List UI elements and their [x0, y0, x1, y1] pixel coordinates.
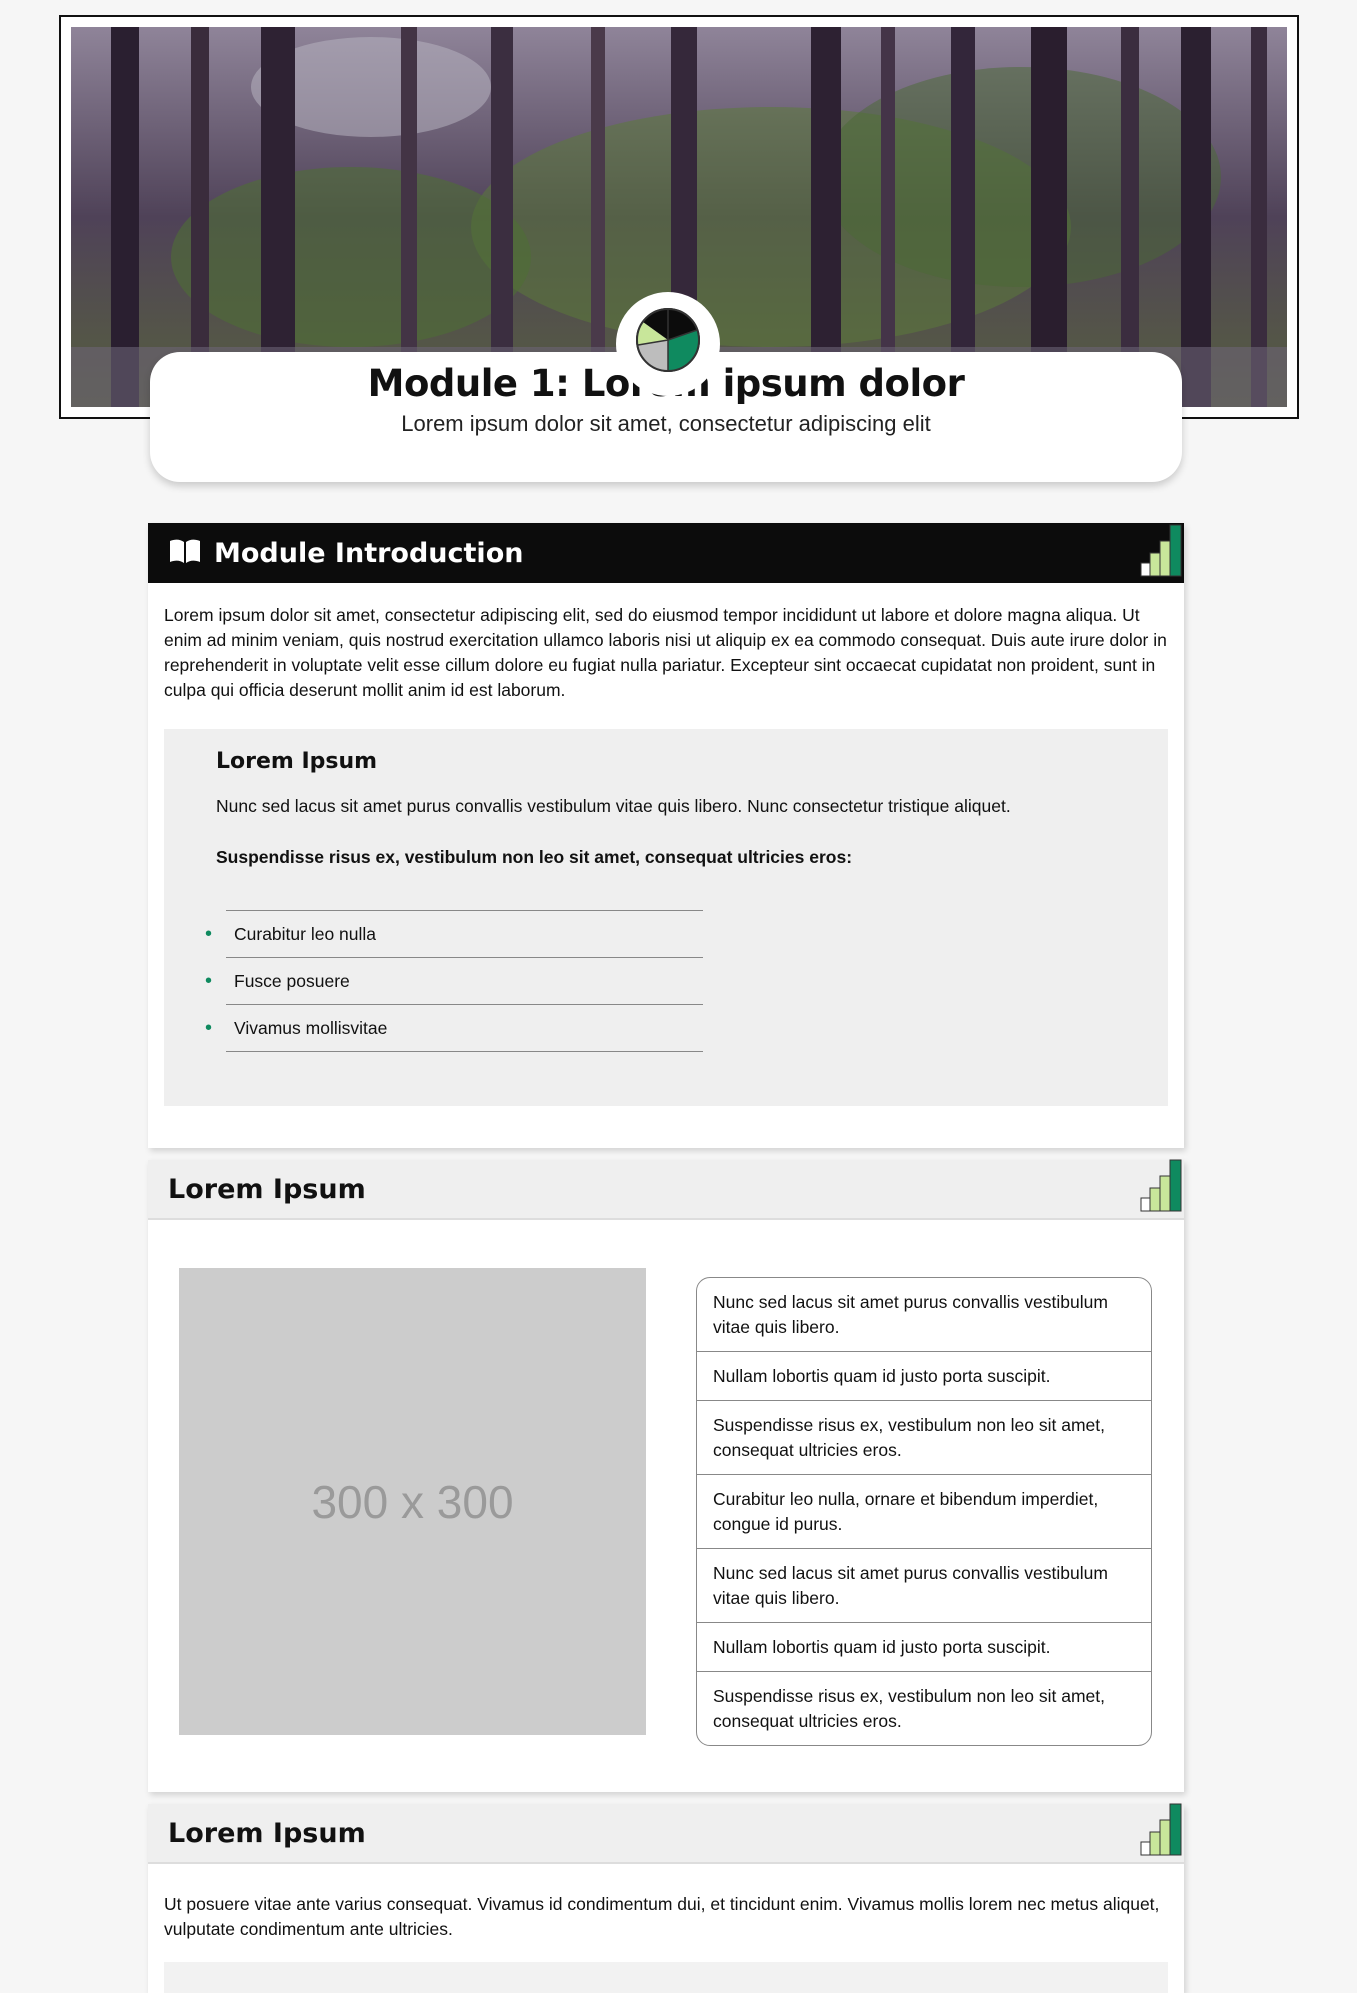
- placeholder-label: 300 x 300: [311, 1475, 514, 1528]
- list-item: Suspendisse risus ex, vestibulum non leo…: [713, 1686, 1105, 1731]
- lorem-ipsum-section-2: Lorem Ipsum 300 x 300 Nunc sed lacus sit…: [148, 1158, 1184, 1792]
- callout-heading: Lorem Ipsum: [216, 749, 378, 774]
- pie-logo-icon: [616, 292, 720, 396]
- list-item: Fusce posuere: [205, 958, 703, 1005]
- list-item: Suspendisse risus ex, vestibulum non leo…: [697, 1401, 1151, 1475]
- lorem-ipsum-section-3: Lorem Ipsum Ut posuere vitae ante varius…: [148, 1802, 1184, 1993]
- section-title: Module Introduction: [214, 537, 524, 569]
- bordered-list: Nunc sed lacus sit amet purus convallis …: [696, 1277, 1152, 1746]
- section-header: Lorem Ipsum: [148, 1802, 1184, 1864]
- signal-bars-icon: [1140, 1158, 1182, 1216]
- callout-bold-text: Suspendisse risus ex, vestibulum non leo…: [216, 847, 853, 867]
- section-header: Lorem Ipsum: [148, 1158, 1184, 1220]
- book-icon: [168, 538, 202, 568]
- content-box: [164, 1962, 1168, 1993]
- callout-text: Nunc sed lacus sit amet purus convallis …: [216, 796, 1011, 816]
- section-title: Lorem Ipsum: [168, 1173, 366, 1205]
- image-placeholder: 300 x 300: [179, 1268, 646, 1735]
- callout-box: Lorem Ipsum Nunc sed lacus sit amet puru…: [164, 729, 1168, 1106]
- list-item: Nullam lobortis quam id justo porta susc…: [697, 1352, 1151, 1401]
- section-paragraph: Ut posuere vitae ante varius consequat. …: [164, 1894, 1160, 1939]
- callout-list: Curabitur leo nulla Fusce posuere Vivamu…: [205, 910, 703, 1052]
- list-item: Vivamus mollisvitae: [205, 1005, 703, 1052]
- list-item: Nullam lobortis quam id justo porta susc…: [697, 1623, 1151, 1672]
- module-introduction-section: Module Introduction Lorem ipsum dolor si…: [148, 523, 1184, 1148]
- signal-bars-icon: [1140, 1802, 1182, 1860]
- list-item: Curabitur leo nulla, ornare et bibendum …: [697, 1475, 1151, 1549]
- module-subtitle: Lorem ipsum dolor sit amet, consectetur …: [401, 411, 931, 436]
- signal-bars-icon: [1140, 523, 1182, 581]
- intro-paragraph: Lorem ipsum dolor sit amet, consectetur …: [164, 605, 1167, 700]
- list-item: Nunc sed lacus sit amet purus convallis …: [697, 1549, 1151, 1623]
- list-item: Curabitur leo nulla: [205, 911, 703, 958]
- section-title: Lorem Ipsum: [168, 1817, 366, 1849]
- section-header: Module Introduction: [148, 523, 1184, 583]
- list-item: Nunc sed lacus sit amet purus convallis …: [697, 1278, 1151, 1352]
